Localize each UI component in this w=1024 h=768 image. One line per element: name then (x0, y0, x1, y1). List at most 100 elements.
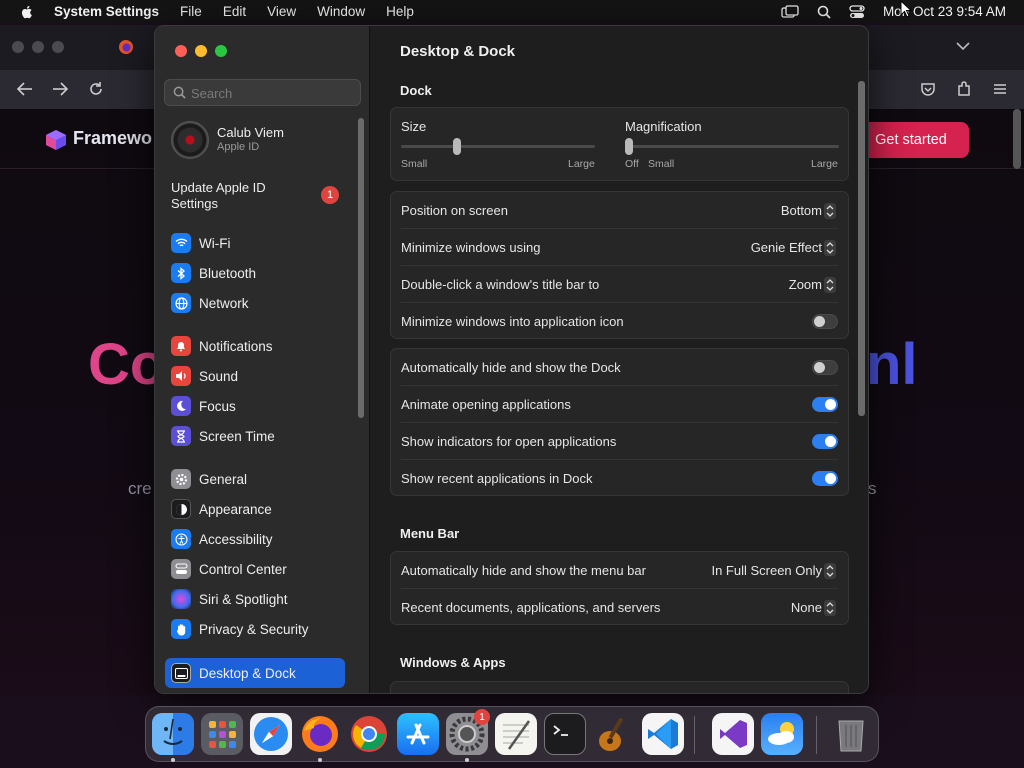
updown-chevron-icon[interactable] (824, 203, 836, 219)
magnification-slider-knob[interactable] (625, 138, 633, 155)
get-started-button[interactable]: Get started (853, 122, 969, 158)
screen-mirroring-icon[interactable] (781, 4, 799, 19)
pocket-icon[interactable] (919, 80, 937, 98)
recent-documents-row[interactable]: Recent documents, applications, and serv… (391, 589, 848, 626)
menu-help[interactable]: Help (386, 4, 414, 19)
double-click-action-select[interactable]: Zoom (789, 277, 822, 292)
sidebar-scrollbar[interactable] (358, 118, 364, 418)
minimize-button[interactable] (195, 45, 207, 57)
position-select[interactable]: Bottom (781, 203, 822, 218)
browser-minimize-button[interactable] (32, 41, 44, 53)
firefox-icon[interactable] (299, 713, 341, 755)
autohide-dock-row[interactable]: Automatically hide and show the Dock (391, 349, 848, 386)
apple-logo-icon[interactable] (19, 4, 35, 20)
menu-view[interactable]: View (267, 4, 296, 19)
settings-content: Desktop & Dock Dock Size Small Large Mag… (370, 26, 868, 693)
autohide-menubar-row[interactable]: Automatically hide and show the menu bar… (391, 552, 848, 589)
sidebar-item-general[interactable]: General (165, 466, 345, 492)
launchpad-icon[interactable] (201, 713, 243, 755)
minimize-into-app-icon-toggle[interactable] (812, 314, 838, 329)
sidebar-item-desktop-dock[interactable]: Desktop & Dock (165, 658, 345, 688)
recent-documents-select[interactable]: None (791, 600, 822, 615)
search-input[interactable] (191, 84, 351, 102)
magnification-slider-track[interactable] (625, 145, 839, 148)
back-arrow-icon[interactable] (16, 80, 34, 98)
chrome-icon[interactable] (348, 713, 390, 755)
sidebar-search[interactable] (164, 79, 361, 106)
sidebar-item-focus[interactable]: Focus (165, 393, 345, 419)
sidebar-item-label: Privacy & Security (199, 621, 309, 637)
updown-chevron-icon[interactable] (824, 277, 836, 293)
app-store-icon[interactable] (397, 713, 439, 755)
terminal-icon[interactable] (544, 713, 586, 755)
sidebar-item-appearance[interactable]: Appearance (165, 496, 345, 522)
minimize-windows-using-row[interactable]: Minimize windows using Genie Effect (391, 229, 848, 266)
visual-studio-icon[interactable] (712, 713, 754, 755)
sidebar-item-bluetooth[interactable]: Bluetooth (165, 260, 345, 286)
vscode-icon[interactable] (642, 713, 684, 755)
extensions-icon[interactable] (955, 80, 973, 98)
updown-chevron-icon[interactable] (824, 240, 836, 256)
browser-traffic-lights (12, 41, 64, 53)
show-recent-apps-toggle[interactable] (812, 471, 838, 486)
animate-opening-row[interactable]: Animate opening applications (391, 386, 848, 423)
updown-chevron-icon[interactable] (824, 563, 836, 579)
forward-arrow-icon[interactable] (51, 80, 69, 98)
trash-icon[interactable] (830, 713, 872, 755)
show-indicators-toggle[interactable] (812, 434, 838, 449)
minimize-effect-select[interactable]: Genie Effect (751, 240, 822, 255)
row-label: Minimize windows using (401, 240, 541, 255)
sidebar-item-notifications[interactable]: Notifications (165, 333, 345, 359)
garageband-icon[interactable] (593, 713, 635, 755)
control-center-icon[interactable] (849, 4, 865, 19)
wifi-icon (171, 233, 191, 253)
sidebar-item-control-center[interactable]: Control Center (165, 556, 345, 582)
update-apple-id-row[interactable]: Update Apple ID Settings 1 (171, 180, 351, 214)
menu-app-name[interactable]: System Settings (54, 4, 159, 19)
search-icon[interactable] (817, 5, 831, 19)
show-recent-apps-row[interactable]: Show recent applications in Dock (391, 460, 848, 497)
dock-separator (694, 716, 695, 754)
sidebar-item-privacy-security[interactable]: Privacy & Security (165, 616, 345, 642)
autohide-dock-toggle[interactable] (812, 360, 838, 375)
safari-icon[interactable] (250, 713, 292, 755)
zoom-button[interactable] (215, 45, 227, 57)
finder-icon[interactable] (152, 713, 194, 755)
sidebar-item-wifi[interactable]: Wi-Fi (165, 230, 345, 256)
animate-opening-toggle[interactable] (812, 397, 838, 412)
reload-icon[interactable] (87, 80, 105, 98)
textedit-icon[interactable] (495, 713, 537, 755)
content-scrollbar[interactable] (858, 81, 865, 416)
bluetooth-icon (171, 263, 191, 283)
sidebar-item-network[interactable]: Network (165, 290, 345, 316)
updown-chevron-icon[interactable] (824, 600, 836, 616)
weather-icon[interactable] (761, 713, 803, 755)
sidebar-item-sound[interactable]: Sound (165, 363, 345, 389)
sidebar-item-accessibility[interactable]: Accessibility (165, 526, 345, 552)
hamburger-menu-icon[interactable] (991, 80, 1009, 98)
minimize-into-app-icon-row[interactable]: Minimize windows into application icon (391, 303, 848, 340)
brand-name[interactable]: Framewo (73, 128, 152, 149)
tab-list-chevron-icon[interactable] (956, 41, 970, 51)
apple-id-row[interactable]: Calub Viem Apple ID (171, 121, 351, 161)
browser-close-button[interactable] (12, 41, 24, 53)
size-slider-track[interactable] (401, 145, 595, 148)
menu-edit[interactable]: Edit (223, 4, 246, 19)
sidebar-item-siri-spotlight[interactable]: Siri & Spotlight (165, 586, 345, 612)
position-on-screen-row[interactable]: Position on screen Bottom (391, 192, 848, 229)
size-slider-knob[interactable] (453, 138, 462, 155)
sidebar-item-label: Accessibility (199, 531, 273, 547)
sidebar-item-label: Screen Time (199, 428, 275, 444)
sidebar-item-screen-time[interactable]: Screen Time (165, 423, 345, 449)
menu-window[interactable]: Window (317, 4, 365, 19)
browser-scrollbar[interactable] (1013, 109, 1021, 169)
close-button[interactable] (175, 45, 187, 57)
magnification-label: Magnification (625, 119, 702, 134)
framework-logo-icon[interactable] (45, 129, 67, 151)
double-click-title-bar-row[interactable]: Double-click a window's title bar to Zoo… (391, 266, 848, 303)
autohide-menubar-select[interactable]: In Full Screen Only (711, 563, 822, 578)
show-indicators-row[interactable]: Show indicators for open applications (391, 423, 848, 460)
browser-zoom-button[interactable] (52, 41, 64, 53)
menu-file[interactable]: File (180, 4, 202, 19)
firefox-tab-icon[interactable] (118, 39, 134, 55)
